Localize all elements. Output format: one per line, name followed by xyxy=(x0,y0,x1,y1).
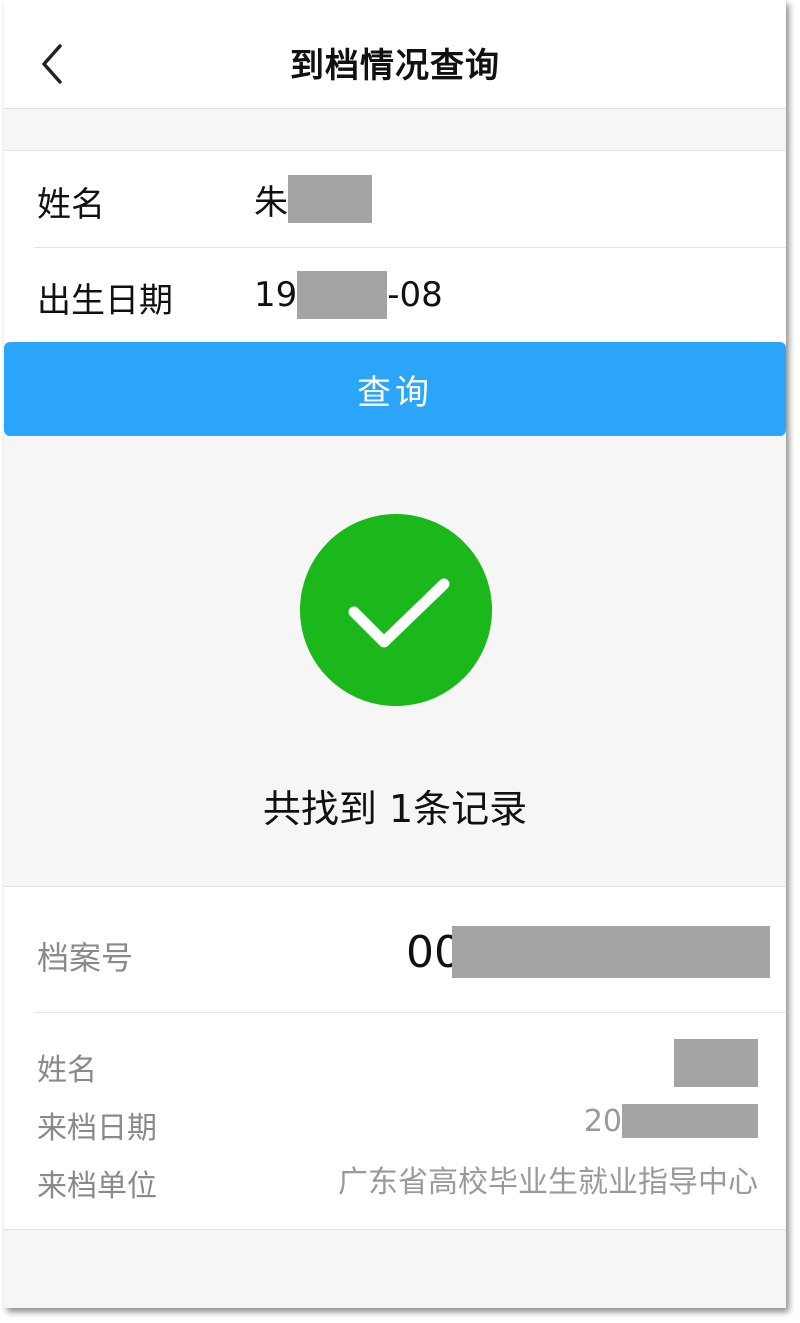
birth-date-row[interactable]: 出生日期 19 -08 xyxy=(4,247,786,343)
query-button[interactable]: 查询 xyxy=(4,342,786,436)
divider xyxy=(34,1012,786,1013)
archive-number-label: 档案号 xyxy=(37,939,134,977)
birth-date-label: 出生日期 xyxy=(37,281,173,321)
archive-number-value: 00 xyxy=(406,925,770,979)
record-card: 档案号 00 姓名 来档日期 20 来档单位 广东省高校毕业生就业指导中心 xyxy=(4,886,786,1230)
navbar: 到档情况查询 xyxy=(4,0,786,109)
query-form: 姓名 朱 出生日期 19 -08 xyxy=(4,150,786,343)
redacted-block xyxy=(288,175,372,223)
checkmark-circle-icon xyxy=(300,514,492,706)
name-row[interactable]: 姓名 朱 xyxy=(4,151,786,248)
arrival-date-prefix: 20 xyxy=(583,1103,622,1139)
record-name-label: 姓名 xyxy=(37,1053,97,1088)
name-input[interactable]: 朱 xyxy=(254,175,372,223)
checkmark-icon xyxy=(348,578,450,648)
phone-screen: 到档情况查询 姓名 朱 出生日期 19 -08 查询 共找到 1条记录 档案号 xyxy=(4,0,786,1308)
arrival-date-label: 来档日期 xyxy=(37,1111,157,1146)
page-title: 到档情况查询 xyxy=(290,46,500,86)
redacted-block xyxy=(452,926,770,978)
arrival-date-value: 20 xyxy=(584,1103,758,1139)
birth-date-prefix: 19 xyxy=(254,275,298,315)
source-unit-value: 广东省高校毕业生就业指导中心 xyxy=(338,1165,758,1200)
birth-date-input[interactable]: 19 -08 xyxy=(254,271,443,319)
redacted-block xyxy=(674,1039,758,1087)
birth-date-suffix: -08 xyxy=(387,275,443,315)
result-message: 共找到 1条记录 xyxy=(262,787,528,831)
redacted-block xyxy=(297,271,388,319)
source-unit-label: 来档单位 xyxy=(37,1169,157,1204)
record-name-value xyxy=(674,1039,758,1087)
name-label: 姓名 xyxy=(37,185,105,225)
name-value: 朱 xyxy=(254,182,288,223)
redacted-block xyxy=(622,1104,758,1138)
